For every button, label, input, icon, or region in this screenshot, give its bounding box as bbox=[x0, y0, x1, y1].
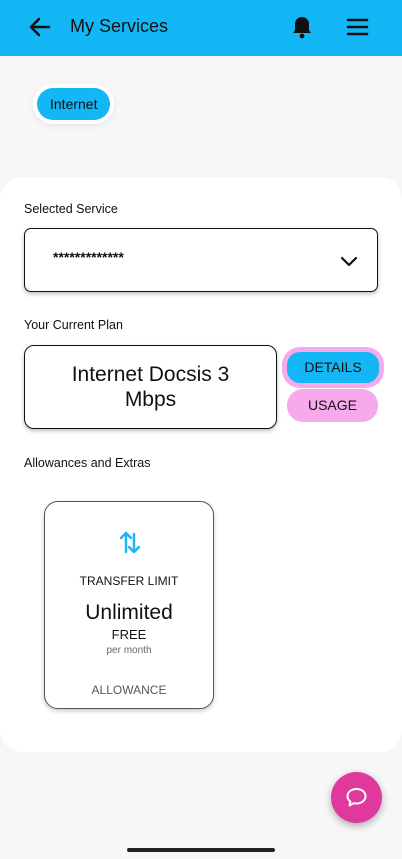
current-plan-label: Your Current Plan bbox=[24, 318, 123, 332]
back-arrow-icon[interactable] bbox=[27, 14, 53, 40]
usage-button[interactable]: USAGE bbox=[287, 389, 378, 422]
plan-box: Internet Docsis 3 Mbps bbox=[24, 345, 277, 429]
allowance-price: FREE bbox=[111, 627, 147, 642]
chat-bubble-icon bbox=[346, 788, 367, 807]
selected-service-label: Selected Service bbox=[24, 202, 118, 216]
details-button[interactable]: DETAILS bbox=[284, 349, 382, 386]
service-tab-internet[interactable]: Internet bbox=[37, 88, 111, 120]
allowance-type: TRANSFER LIMIT bbox=[79, 574, 179, 588]
transfer-arrows-icon bbox=[118, 528, 142, 556]
bell-icon[interactable] bbox=[289, 14, 315, 40]
allowances-label: Allowances and Extras bbox=[24, 456, 151, 470]
allowance-card[interactable]: TRANSFER LIMIT Unlimited FREE per month … bbox=[44, 501, 214, 709]
page-title: My Services bbox=[70, 16, 169, 36]
chat-button[interactable] bbox=[331, 772, 382, 823]
app-header: My Services bbox=[0, 0, 402, 56]
allowance-period: per month bbox=[106, 645, 152, 656]
chevron-down-icon bbox=[339, 252, 359, 272]
allowance-value: Unlimited bbox=[85, 601, 173, 624]
allowance-category: ALLOWANCE bbox=[91, 683, 167, 697]
plan-name: Internet Docsis 3 Mbps bbox=[71, 363, 230, 411]
service-select[interactable]: ************* bbox=[24, 228, 378, 292]
home-indicator bbox=[127, 848, 275, 852]
service-select-value: ************* bbox=[53, 249, 124, 265]
hamburger-menu-icon[interactable] bbox=[344, 14, 370, 40]
